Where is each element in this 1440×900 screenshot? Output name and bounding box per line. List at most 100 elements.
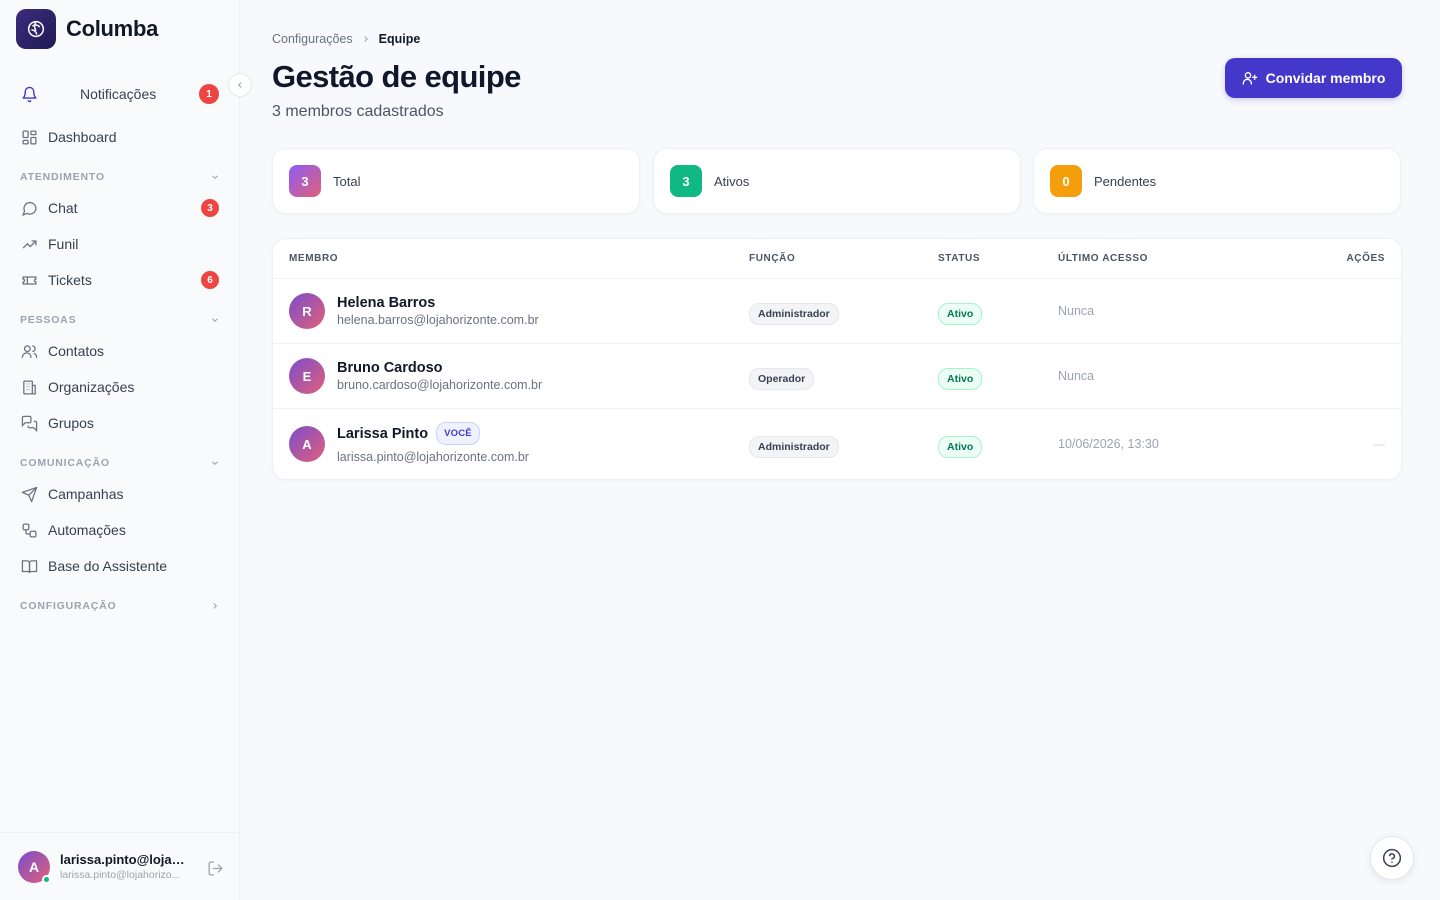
help-button[interactable] (1370, 836, 1414, 880)
invite-member-label: Convidar membro (1265, 70, 1386, 86)
sidebar-item-base-do-assistente[interactable]: Base do Assistente (8, 550, 232, 582)
sidebar-item-grupos[interactable]: Grupos (8, 407, 232, 439)
sidebar-item-label: Notificações (80, 86, 157, 102)
section-atendimento[interactable]: ATENDIMENTO (20, 169, 220, 185)
chevron-down-icon (212, 461, 218, 465)
sidebar-item-label: Base do Assistente (48, 558, 168, 574)
member-name-text: Bruno Cardoso (337, 360, 443, 376)
brand[interactable]: Columba (16, 9, 158, 49)
sidebar-item-funil[interactable]: Funil (8, 228, 232, 260)
section-title: COMUNICAÇÃO (20, 457, 110, 469)
columba-logo-icon (16, 9, 56, 49)
page-subtitle: 3 membros cadastrados (272, 103, 444, 120)
member-email: helena.barros@lojahorizonte.com.br (337, 313, 539, 327)
column-header-last-access: ÚLTIMO ACESSO (1058, 253, 1149, 264)
member-email: larissa.pinto@lojahorizonte.com.br (337, 450, 529, 464)
member-name: Helena Barros (337, 295, 435, 311)
stat-value: 3 (289, 165, 321, 197)
avatar: R (289, 293, 325, 329)
brand-name: Columba (66, 16, 159, 41)
book-open-icon (20, 557, 38, 575)
column-header-role: FUNÇÃO (749, 253, 796, 264)
sidebar-item-automacoes[interactable]: Automações (8, 514, 232, 546)
chat-count-badge: 3 (201, 199, 219, 217)
section-comunicacao[interactable]: COMUNICAÇÃO (20, 455, 220, 471)
column-header-member: MEMBRO (289, 253, 339, 264)
sidebar-item-campanhas[interactable]: Campanhas (8, 478, 232, 510)
sidebar-item-label: Chat (48, 200, 78, 216)
collapse-sidebar-button[interactable] (228, 73, 252, 97)
sidebar-item-organizacoes[interactable]: Organizações (8, 371, 232, 403)
user-email: larissa.pinto@lojahorizo... (60, 869, 181, 881)
logout-icon (207, 860, 223, 876)
logout-button[interactable] (205, 858, 225, 878)
member-name: Larissa Pinto VOCÊ (337, 422, 480, 445)
member-name-text: Helena Barros (337, 295, 436, 311)
last-access: 10/06/2026, 13:30 (1058, 437, 1159, 451)
sidebar-item-label: Tickets (48, 272, 92, 288)
row-actions-placeholder: — (1373, 437, 1385, 451)
sidebar-item-notifications[interactable]: Notificações 1 (8, 78, 232, 110)
sidebar: Columba Notificações 1 Dashboard ATENDIM… (0, 0, 252, 900)
sidebar-item-dashboard[interactable]: Dashboard (8, 121, 232, 153)
stat-card-total: 3 Total (272, 148, 640, 214)
help-circle-icon (1382, 848, 1402, 868)
section-title: CONFIGURAÇÃO (20, 600, 117, 612)
table-header: MEMBRO FUNÇÃO STATUS ÚLTIMO ACESSO AÇÕES (273, 239, 1401, 279)
chevron-down-icon (212, 318, 218, 322)
section-configuracao[interactable]: CONFIGURAÇÃO (20, 598, 220, 614)
avatar: E (289, 358, 325, 394)
user-profile[interactable]: A larissa.pinto@lojah... larissa.pinto@l… (0, 832, 240, 900)
role-badge: Operador (749, 368, 815, 390)
role-badge: Administrador (749, 303, 839, 325)
column-header-status: STATUS (938, 253, 981, 264)
last-access: Nunca (1058, 304, 1095, 318)
workflow-icon (20, 521, 38, 539)
breadcrumb-parent-link[interactable]: Configurações (272, 32, 353, 46)
status-badge: Ativo (938, 303, 983, 325)
tickets-count-badge: 6 (201, 271, 219, 289)
you-badge: VOCÊ (436, 422, 480, 445)
member-name: Bruno Cardoso (337, 360, 443, 376)
sidebar-item-label: Dashboard (48, 129, 117, 145)
sidebar-item-contatos[interactable]: Contatos (8, 335, 232, 367)
online-status-indicator (42, 875, 51, 884)
table-row[interactable]: R Helena Barros helena.barros@lojahorizo… (273, 279, 1401, 344)
chevron-right-icon (363, 36, 368, 42)
table-row[interactable]: E Bruno Cardoso bruno.cardoso@lojahorizo… (273, 344, 1401, 409)
ticket-icon (20, 271, 38, 289)
sidebar-item-label: Automações (48, 522, 126, 538)
member-email: bruno.cardoso@lojahorizonte.com.br (337, 378, 543, 392)
bell-icon (20, 85, 38, 103)
chevron-right-icon (213, 603, 217, 609)
sidebar-item-label: Campanhas (48, 486, 124, 502)
sidebar-item-label: Grupos (48, 415, 94, 431)
user-plus-icon (1242, 72, 1257, 85)
chat-bubble-icon (20, 199, 38, 217)
stat-card-ativos: 3 Ativos (653, 148, 1021, 214)
member-name-text: Larissa Pinto (337, 425, 429, 442)
section-title: PESSOAS (20, 314, 77, 326)
status-badge: Ativo (938, 368, 983, 390)
stat-label: Ativos (714, 173, 750, 189)
send-icon (20, 485, 38, 503)
chevron-down-icon (212, 175, 218, 179)
user-name: larissa.pinto@lojah... (60, 852, 188, 867)
sidebar-item-chat[interactable]: Chat 3 (8, 192, 232, 224)
avatar: A (289, 426, 325, 462)
column-header-actions: AÇÕES (1346, 253, 1385, 264)
status-badge: Ativo (938, 436, 983, 458)
members-table: MEMBRO FUNÇÃO STATUS ÚLTIMO ACESSO AÇÕES… (272, 238, 1402, 480)
stat-value: 3 (670, 165, 702, 197)
section-pessoas[interactable]: PESSOAS (20, 312, 220, 328)
notification-count-badge: 1 (199, 84, 219, 104)
section-title: ATENDIMENTO (20, 171, 105, 183)
messages-icon (20, 414, 38, 432)
table-row[interactable]: A Larissa Pinto VOCÊ larissa.pinto@lojah… (273, 409, 1401, 479)
dashboard-grid-icon (20, 128, 38, 146)
sidebar-item-tickets[interactable]: Tickets 6 (8, 264, 232, 296)
page-title: Gestão de equipe (272, 59, 521, 94)
breadcrumb-current: Equipe (378, 32, 421, 46)
invite-member-button[interactable]: Convidar membro (1225, 58, 1402, 98)
role-badge: Administrador (749, 436, 839, 458)
